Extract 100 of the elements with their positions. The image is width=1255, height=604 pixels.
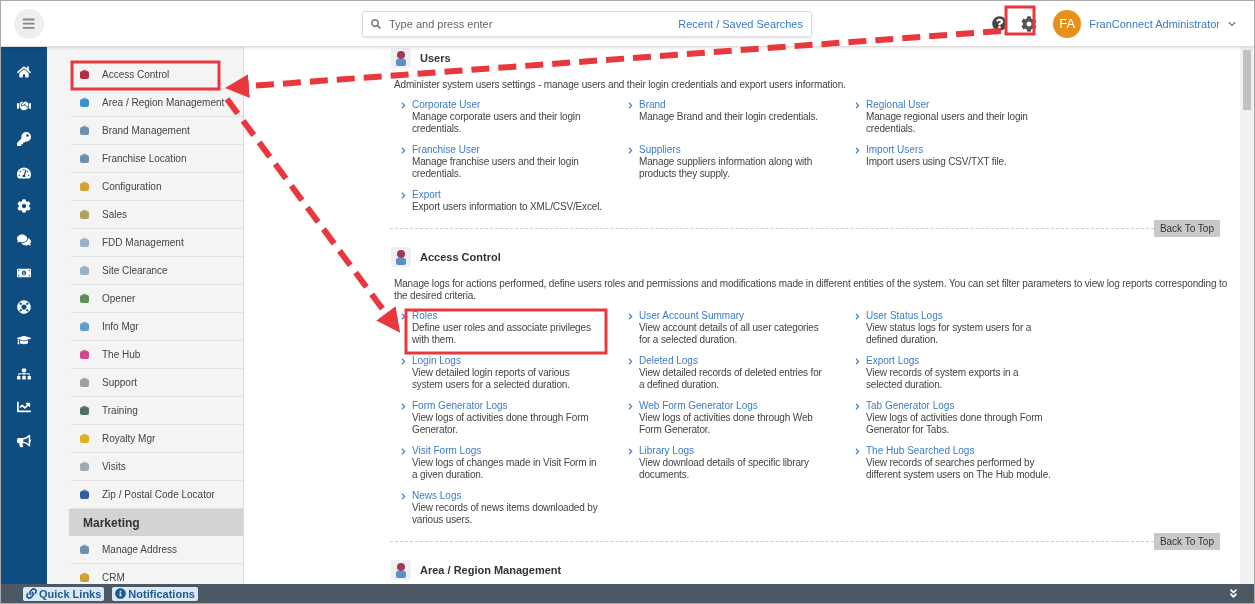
module-icon — [79, 489, 90, 500]
chat-icon[interactable] — [17, 232, 31, 247]
search-icon — [371, 18, 381, 29]
section-description: Manage logs for actions performed, define users roles and permissions and modifications made in different entities of the system. You can set filter parameters to view log reports corresponding to the desired criteria. — [394, 278, 1229, 302]
link[interactable]: Visit Form Logs — [412, 445, 602, 457]
money-icon[interactable] — [17, 266, 31, 280]
home-icon[interactable] — [17, 65, 31, 79]
chevron-icon — [400, 313, 407, 320]
module-icon — [79, 265, 90, 276]
sidebar-item[interactable]: Visits — [71, 453, 243, 481]
sidebar-item[interactable]: Franchise Location — [71, 145, 243, 173]
link-description: Manage regional users and their login credentials. — [866, 111, 1029, 135]
sidebar-item[interactable]: Sales — [71, 201, 243, 229]
section-title: Access Control — [420, 251, 501, 263]
link-description: Manage Brand and their login credentials. — [639, 111, 819, 123]
notifications-button[interactable]: Notifications — [112, 586, 198, 601]
section-icon — [390, 559, 412, 581]
link[interactable]: Corporate User — [412, 99, 602, 111]
back-to-top-button[interactable]: Back To Top — [1153, 533, 1220, 550]
module-icon — [79, 69, 90, 80]
module-icon — [79, 293, 90, 304]
link-description: Export users information to XML/CSV/Excel. — [412, 201, 602, 213]
help-icon[interactable] — [992, 16, 1008, 31]
sidebar-item[interactable]: Opener — [71, 285, 243, 313]
link[interactable]: Import Users — [866, 144, 1056, 156]
link-description: Manage suppliers information along with products they supply. — [639, 156, 814, 180]
link[interactable]: Franchise User — [412, 144, 602, 156]
chevron-icon — [400, 493, 407, 500]
module-icon — [79, 377, 90, 388]
gauge-icon[interactable] — [17, 165, 31, 180]
sitemap-icon[interactable] — [17, 366, 31, 381]
user-menu[interactable]: FranConnect Administrator — [1089, 17, 1220, 30]
link-description: View status logs for system users for a defined duration. — [866, 322, 1033, 346]
chevron-icon — [400, 102, 407, 109]
module-icon — [79, 321, 90, 332]
sidebar-item[interactable]: The Hub — [71, 341, 243, 369]
link[interactable]: User Status Logs — [866, 310, 1056, 322]
settings-icon[interactable] — [17, 199, 31, 213]
recent-searches-link[interactable]: Recent / Saved Searches — [678, 17, 803, 30]
sidebar-item[interactable]: Site Clearance — [71, 257, 243, 285]
link[interactable]: News Logs — [412, 490, 602, 502]
section-title: Users — [420, 52, 451, 64]
module-icon — [79, 349, 90, 360]
link[interactable]: Regional User — [866, 99, 1056, 111]
sidebar-item[interactable]: Brand Management — [71, 117, 243, 145]
search-field[interactable]: Type and press enter Recent / Saved Searches — [362, 10, 812, 37]
module-icon — [79, 181, 90, 192]
module-icon — [79, 237, 90, 248]
chevron-icon — [400, 358, 407, 365]
chevron-icon — [854, 147, 861, 154]
link-description: View detailed login reports of various system users for a selected duration. — [412, 367, 571, 391]
link-description: Import users using CSV/TXT file. — [866, 156, 1008, 168]
sidebar-item[interactable]: Royalty Mgr — [71, 425, 243, 453]
sidebar-item[interactable]: FDD Management — [71, 229, 243, 257]
back-to-top-button[interactable]: Back To Top — [1153, 220, 1220, 237]
chart-line-icon[interactable] — [17, 400, 31, 414]
module-icon — [79, 544, 90, 555]
link-description: View logs of activities done through Form Generator for Tabs. — [866, 412, 1044, 436]
graduation-cap-icon[interactable] — [17, 333, 31, 347]
link[interactable]: Suppliers — [639, 144, 829, 156]
chevron-icon — [400, 403, 407, 410]
chevron-icon — [627, 403, 634, 410]
link[interactable]: User Account Summary — [639, 310, 829, 322]
sidebar-item[interactable]: Manage Address — [71, 536, 243, 564]
quick-links-button[interactable]: Quick Links — [23, 586, 105, 601]
chevron-icon — [854, 358, 861, 365]
link[interactable]: Library Logs — [639, 445, 829, 457]
link[interactable]: The Hub Searched Logs — [866, 445, 1056, 457]
sidebar-item[interactable]: Info Mgr — [71, 313, 243, 341]
scrollbar[interactable] — [1240, 47, 1254, 584]
link[interactable]: Web Form Generator Logs — [639, 400, 829, 412]
megaphone-icon[interactable] — [17, 433, 31, 448]
module-icon — [79, 97, 90, 108]
link[interactable]: Brand — [639, 99, 829, 111]
sidebar-item[interactable]: Area / Region Management — [71, 89, 243, 117]
module-icon — [79, 461, 90, 472]
sidebar-item[interactable]: Support — [71, 369, 243, 397]
link-description: Manage franchise users and their login credentials. — [412, 156, 580, 180]
link[interactable]: Deleted Logs — [639, 355, 829, 367]
avatar[interactable]: FA — [1053, 9, 1082, 38]
double-chevron-icon[interactable] — [1228, 588, 1239, 599]
link[interactable]: Roles — [412, 310, 602, 322]
sidebar-group-header: Marketing — [69, 509, 243, 536]
key-icon[interactable] — [17, 132, 31, 146]
link[interactable]: Export Logs — [866, 355, 1056, 367]
menu-button[interactable] — [14, 8, 44, 39]
link[interactable]: Form Generator Logs — [412, 400, 602, 412]
sidebar-item[interactable]: Configuration — [71, 173, 243, 201]
lifebuoy-icon[interactable] — [17, 299, 31, 314]
sidebar-item[interactable]: Access Control — [71, 61, 243, 89]
caret-icon[interactable] — [1228, 19, 1236, 28]
section-icon — [390, 47, 412, 69]
link-description: View logs of activities done through Web Form Generator. — [639, 412, 814, 436]
link[interactable]: Tab Generator Logs — [866, 400, 1056, 412]
sidebar-item[interactable]: Training — [71, 397, 243, 425]
link-description: Manage corporate users and their login credentials. — [412, 111, 582, 135]
link[interactable]: Login Logs — [412, 355, 602, 367]
link[interactable]: Export — [412, 189, 602, 201]
module-icon — [79, 125, 90, 136]
chevron-icon — [854, 448, 861, 455]
